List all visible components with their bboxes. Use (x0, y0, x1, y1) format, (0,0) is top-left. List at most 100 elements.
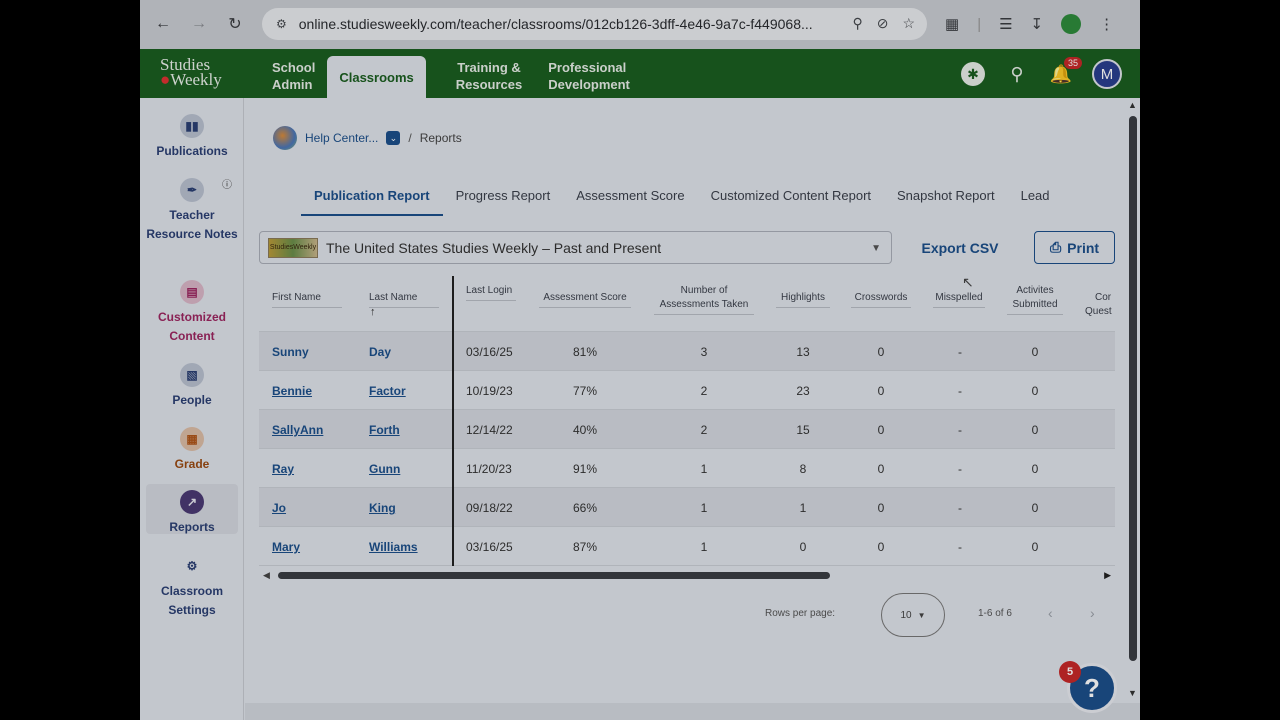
scroll-up-icon[interactable]: ▲ (1128, 100, 1137, 110)
scrollbar-thumb[interactable] (278, 572, 830, 579)
breadcrumb-help-center[interactable]: Help Center... (305, 131, 378, 145)
feather-icon: ✒ (180, 178, 204, 202)
chevron-right-icon[interactable]: › (1090, 605, 1095, 621)
nav-classrooms[interactable]: Classrooms (327, 56, 426, 98)
cell-first-name[interactable]: Bennie (272, 384, 312, 398)
cell-crosswords: 0 (877, 384, 885, 398)
cell-first-name[interactable]: Sunny (272, 345, 309, 359)
sort-arrow-up-icon[interactable]: ↑ (370, 306, 376, 318)
info-icon[interactable]: ⓘ (222, 176, 232, 191)
sidebar-item-reports[interactable]: ↗ Reports (146, 484, 238, 534)
cell-assessments-taken: 2 (700, 423, 708, 437)
scroll-left-icon[interactable]: ◀ (263, 570, 270, 581)
header-first-name[interactable]: First Name (272, 291, 342, 308)
cell-first-name[interactable]: Mary (272, 540, 300, 554)
header-assessments-taken[interactable]: Number of Assessments Taken (654, 284, 754, 315)
report-tabs: Publication Report Progress Report Asses… (301, 186, 1121, 216)
studies-weekly-logo[interactable]: Studies ●Weekly (160, 56, 222, 89)
header-assessment-score[interactable]: Assessment Score (539, 291, 631, 308)
back-icon[interactable]: ← (150, 11, 176, 37)
cell-highlights: 0 (799, 540, 807, 554)
sidebar-item-customized-content[interactable]: ▤ Customized Content (146, 280, 238, 346)
table-row: Jo King 09/18/22 66% 1 1 0 - 0 (259, 488, 1115, 527)
sidebar-item-publications[interactable]: ▮▮ Publications (146, 114, 238, 161)
profile-icon[interactable] (1061, 14, 1082, 34)
cell-highlights: 8 (799, 462, 807, 476)
tab-publication-report[interactable]: Publication Report (301, 186, 443, 216)
header-highlights[interactable]: Highlights (776, 291, 830, 308)
cell-assessment-score: 87% (572, 540, 598, 554)
address-bar[interactable]: ⚙ online.studiesweekly.com/teacher/class… (262, 8, 927, 40)
header-truncated[interactable]: Cor Quest (1085, 291, 1115, 319)
sidebar-item-grade[interactable]: ▦ Grade (146, 427, 238, 474)
chevron-down-icon[interactable]: ⌄ (386, 131, 401, 145)
notifications-button[interactable]: 🔔 35 (1048, 57, 1082, 87)
site-settings-icon[interactable]: ⚙ (276, 17, 287, 31)
tab-customized-content-report[interactable]: Customized Content Report (698, 186, 884, 216)
horizontal-scrollbar[interactable]: ◀ ▶ (259, 570, 1115, 580)
publication-select[interactable]: StudiesWeekly The United States Studies … (259, 231, 892, 264)
eye-off-icon[interactable]: ⊘ (877, 15, 889, 32)
sidebar-item-label: Reports (169, 520, 215, 534)
menu-icon[interactable]: ⋮ (1099, 15, 1114, 33)
extensions-icon[interactable]: ▦ (945, 15, 959, 33)
nav-training-resources[interactable]: Training & Resources (426, 49, 534, 98)
vertical-scrollbar[interactable]: ▲ ▼ (1127, 98, 1140, 703)
header-crosswords[interactable]: Crosswords (851, 291, 911, 308)
bottom-bar (245, 703, 1140, 720)
header-activities-submitted[interactable]: Activites Submitted (1007, 284, 1063, 315)
print-button[interactable]: ⎙ Print (1034, 231, 1115, 264)
tab-snapshot-report[interactable]: Snapshot Report (884, 186, 1008, 216)
cell-last-login: 12/14/22 (466, 423, 513, 437)
cell-last-name[interactable]: King (369, 501, 396, 515)
scrollbar-thumb[interactable] (1129, 116, 1137, 661)
nav-professional-development[interactable]: Professional Development (534, 49, 642, 98)
reload-icon[interactable]: ↻ (222, 11, 248, 37)
cell-last-name[interactable]: Day (369, 345, 391, 359)
sidebar-item-label: Publications (156, 144, 228, 158)
accessibility-button[interactable]: ✱ (960, 61, 986, 87)
cell-misspelled: - (958, 462, 962, 476)
nav-school-admin[interactable]: School Admin (260, 49, 327, 98)
cell-activities-submitted: 0 (1031, 345, 1039, 359)
sidebar-item-label: Classroom Settings (160, 584, 224, 617)
printer-icon: ⎙ (1049, 239, 1062, 255)
sidebar-item-people[interactable]: ▧ People (146, 363, 238, 410)
table-row: Sunny Day 03/16/25 81% 3 13 0 - 0 (259, 332, 1115, 371)
cell-last-name[interactable]: Factor (369, 384, 406, 398)
cell-misspelled: - (958, 540, 962, 554)
cell-first-name[interactable]: SallyAnn (272, 423, 323, 437)
tab-progress-report[interactable]: Progress Report (443, 186, 564, 216)
scroll-right-icon[interactable]: ▶ (1104, 570, 1111, 581)
media-icon[interactable]: ☰ (999, 15, 1012, 33)
avatar[interactable]: M (1092, 59, 1122, 89)
cell-last-name[interactable]: Forth (369, 423, 400, 437)
cell-crosswords: 0 (877, 501, 885, 515)
export-csv-button[interactable]: Export CSV (908, 231, 1012, 264)
tab-lead[interactable]: Lead (1008, 186, 1063, 216)
breadcrumb-current: Reports (419, 131, 462, 145)
breadcrumb: Help Center... ⌄ / Reports (273, 126, 462, 150)
forward-icon[interactable]: → (186, 11, 212, 37)
rows-per-page-select[interactable]: 10 ▼ (881, 593, 945, 637)
logo-line2: Weekly (170, 70, 222, 89)
download-icon[interactable]: ↧ (1031, 15, 1044, 33)
zoom-icon[interactable]: ⚲ (852, 15, 862, 32)
bookmark-star-icon[interactable]: ☆ (902, 15, 915, 32)
header-misspelled[interactable]: Misspelled (933, 291, 985, 308)
cell-first-name[interactable]: Ray (272, 462, 294, 476)
sidebar-item-classroom-settings[interactable]: ⚙ Classroom Settings (146, 554, 238, 620)
cell-assessment-score: 81% (572, 345, 598, 359)
chevron-left-icon[interactable]: ‹ (1048, 605, 1053, 621)
header-last-login[interactable]: Last Login (466, 284, 516, 301)
scroll-down-icon[interactable]: ▼ (1128, 688, 1137, 698)
header-last-name[interactable]: Last Name (369, 291, 439, 308)
header-text-line: Number of (680, 285, 728, 296)
frozen-column-divider (452, 276, 454, 566)
cell-first-name[interactable]: Jo (272, 501, 286, 515)
tab-assessment-score[interactable]: Assessment Score (563, 186, 697, 216)
cell-activities-submitted: 0 (1031, 423, 1039, 437)
search-icon[interactable]: ⚲ (1004, 61, 1030, 87)
cell-last-name[interactable]: Williams (369, 540, 418, 554)
cell-last-name[interactable]: Gunn (369, 462, 400, 476)
